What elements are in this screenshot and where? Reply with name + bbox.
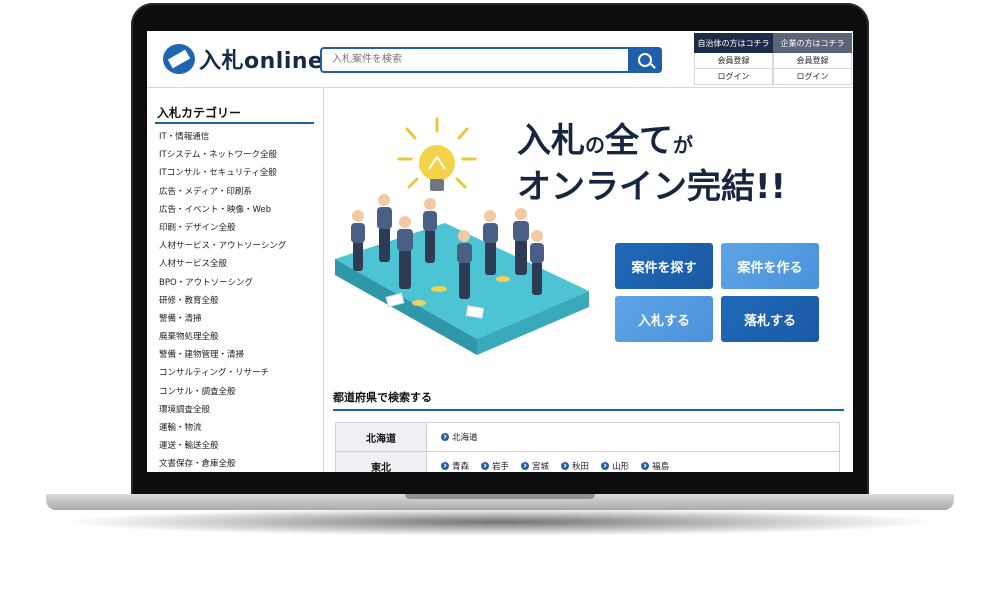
logo-mark-icon bbox=[163, 44, 195, 74]
region-row: 東北 青森 岩手 宮城 秋田 山形 福島 bbox=[336, 452, 839, 472]
prefecture-link[interactable]: 山形 bbox=[601, 460, 629, 472]
prefecture-divider bbox=[333, 409, 844, 411]
arrow-circle-icon bbox=[561, 462, 570, 470]
hero-particle-ga: が bbox=[673, 133, 693, 157]
prefecture-name: 山形 bbox=[612, 462, 630, 472]
hero-word-subete: 全て bbox=[605, 121, 673, 161]
hero-particle-no: の bbox=[585, 133, 605, 157]
prefecture-links: 青森 岩手 宮城 秋田 山形 福島 bbox=[427, 452, 669, 472]
hero-word-nyusatsu: 入札 bbox=[517, 121, 585, 161]
prefecture-table: 北海道 北海道 東北 青森 岩手 宮城 秋田 山形 福島 bbox=[335, 422, 840, 472]
category-item[interactable]: 運送・輸送全般 bbox=[159, 437, 286, 455]
category-item[interactable]: BPO・アウトソーシング bbox=[159, 274, 286, 292]
arrow-circle-icon bbox=[441, 462, 449, 470]
laptop-shadow bbox=[60, 508, 940, 536]
prefecture-name: 青森 bbox=[452, 462, 470, 472]
lightbulb-icon bbox=[397, 117, 477, 191]
category-item[interactable]: 運輸・物流 bbox=[159, 419, 286, 437]
hero-headline-line1: 入札の全てが bbox=[517, 113, 693, 162]
category-item[interactable]: コンサルティング・リサーチ bbox=[159, 364, 286, 382]
prefecture-link[interactable]: 岩手 bbox=[481, 460, 509, 472]
category-item[interactable]: IT・情報通信 bbox=[159, 128, 286, 146]
category-item[interactable]: 人材サービス・アウトソーシング bbox=[159, 237, 286, 255]
municipality-register-link[interactable]: 会員登録 bbox=[694, 53, 773, 69]
region-label: 東北 bbox=[336, 452, 427, 472]
category-item[interactable]: 廃棄物処理全般 bbox=[159, 328, 286, 346]
site-logo[interactable]: 入札online bbox=[163, 43, 323, 75]
category-item[interactable]: 環境調査全般 bbox=[159, 401, 286, 419]
search-icon bbox=[638, 53, 652, 67]
category-item[interactable]: コンサル・調査全般 bbox=[159, 383, 286, 401]
arrow-circle-icon bbox=[521, 462, 530, 470]
municipality-login-link[interactable]: ログイン bbox=[694, 69, 773, 85]
bid-button[interactable]: 入札する bbox=[615, 296, 713, 342]
sidebar-divider bbox=[155, 122, 314, 124]
category-item[interactable]: 広告・メディア・印刷系 bbox=[159, 183, 286, 201]
prefecture-name: 福島 bbox=[652, 462, 670, 472]
category-item[interactable]: ITコンサル・セキュリティ全般 bbox=[159, 164, 286, 182]
category-item[interactable]: 警備・清掃 bbox=[159, 310, 286, 328]
municipality-column: 自治体の方はコチラ 会員登録 ログイン bbox=[694, 33, 773, 85]
sidebar-title: 入札カテゴリー bbox=[157, 106, 242, 120]
prefecture-link[interactable]: 青森 bbox=[441, 460, 469, 472]
category-item[interactable]: 研修・教育全般 bbox=[159, 292, 286, 310]
win-bid-button[interactable]: 落札する bbox=[721, 296, 819, 342]
arrow-circle-icon bbox=[441, 433, 449, 441]
category-item[interactable]: ITシステム・ネットワーク全般 bbox=[159, 146, 286, 164]
find-projects-button[interactable]: 案件を探す bbox=[615, 243, 713, 289]
hero-headline-line2: オンライン完結!! bbox=[517, 167, 787, 207]
search-input[interactable] bbox=[330, 53, 624, 66]
prefecture-link[interactable]: 福島 bbox=[641, 460, 669, 472]
prefecture-name: 秋田 bbox=[572, 462, 590, 472]
category-sidebar: 入札カテゴリー IT・情報通信 ITシステム・ネットワーク全般 ITコンサル・セ… bbox=[147, 88, 324, 472]
company-title[interactable]: 企業の方はコチラ bbox=[773, 33, 852, 53]
prefecture-link[interactable]: 宮城 bbox=[521, 460, 549, 472]
category-list: IT・情報通信 ITシステム・ネットワーク全般 ITコンサル・セキュリティ全般 … bbox=[159, 128, 286, 472]
laptop-notch bbox=[405, 494, 595, 499]
create-project-button[interactable]: 案件を作る bbox=[721, 243, 819, 289]
prefecture-name: 北海道 bbox=[452, 433, 478, 443]
region-label: 北海道 bbox=[336, 423, 427, 451]
category-item[interactable]: 警備・建物管理・清掃 bbox=[159, 346, 286, 364]
municipality-title[interactable]: 自治体の方はコチラ bbox=[694, 33, 773, 53]
category-item[interactable]: 文書保存・倉庫全般 bbox=[159, 455, 286, 472]
search-button[interactable] bbox=[628, 47, 662, 73]
region-row: 北海道 北海道 bbox=[336, 423, 839, 452]
category-item[interactable]: 広告・イベント・映像・Web bbox=[159, 201, 286, 219]
prefecture-section-title: 都道府県で検索する bbox=[333, 391, 432, 404]
prefecture-links: 北海道 bbox=[427, 423, 478, 451]
account-menu: 自治体の方はコチラ 会員登録 ログイン 企業の方はコチラ 会員登録 ログイン bbox=[694, 33, 853, 87]
arrow-circle-icon bbox=[641, 462, 650, 470]
prefecture-name: 宮城 bbox=[532, 462, 550, 472]
logo-text: 入札online bbox=[199, 49, 324, 74]
prefecture-link[interactable]: 秋田 bbox=[561, 460, 589, 472]
site-header: 入札online 自治体の方はコチラ 会員登録 ログイン 企業の方はコチラ 会員… bbox=[147, 31, 853, 88]
prefecture-link[interactable]: 北海道 bbox=[441, 431, 478, 443]
company-login-link[interactable]: ログイン bbox=[773, 69, 852, 85]
prefecture-name: 岩手 bbox=[492, 462, 510, 472]
category-item[interactable]: 印刷・デザイン全般 bbox=[159, 219, 286, 237]
category-item[interactable]: 人材サービス全般 bbox=[159, 255, 286, 273]
company-register-link[interactable]: 会員登録 bbox=[773, 53, 852, 69]
screen: 入札online 自治体の方はコチラ 会員登録 ログイン 企業の方はコチラ 会員… bbox=[147, 31, 853, 472]
company-column: 企業の方はコチラ 会員登録 ログイン bbox=[773, 33, 852, 85]
arrow-circle-icon bbox=[601, 462, 610, 470]
arrow-circle-icon bbox=[481, 462, 490, 470]
search-box bbox=[320, 47, 662, 73]
